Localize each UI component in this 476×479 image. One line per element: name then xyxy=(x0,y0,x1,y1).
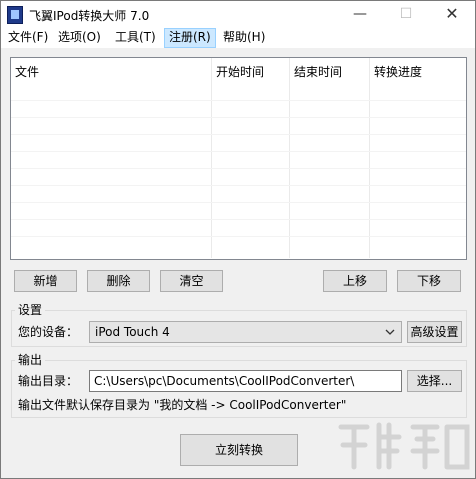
list-row-divider xyxy=(11,151,466,152)
menu-file[interactable]: 文件(F) xyxy=(4,28,52,48)
close-button[interactable]: ✕ xyxy=(429,1,475,28)
output-note: 输出文件默认保存目录为 "我的文档 -> CoolIPodConverter" xyxy=(18,398,347,412)
output-group-title: 输出 xyxy=(15,353,46,367)
output-dir-field[interactable] xyxy=(89,370,402,392)
column-header-file[interactable]: 文件 xyxy=(11,58,211,86)
menu-help[interactable]: 帮助(H) xyxy=(219,28,269,48)
device-select-value: iPod Touch 4 xyxy=(95,325,170,339)
window-title: 飞翼IPod转换大师 7.0 xyxy=(29,9,150,23)
menu-tools[interactable]: 工具(T) xyxy=(111,28,160,48)
list-row-divider xyxy=(11,168,466,169)
list-row-divider xyxy=(11,134,466,135)
device-select[interactable]: iPod Touch 4 xyxy=(89,321,402,343)
menu-bar: 文件(F) 选项(O) 工具(T) 注册(R) 帮助(H) xyxy=(1,28,475,48)
column-header-progress[interactable]: 转换进度 xyxy=(370,58,465,86)
list-row-divider xyxy=(11,236,466,237)
browse-button[interactable]: 选择... xyxy=(407,370,462,392)
chevron-down-icon xyxy=(385,329,395,335)
title-bar[interactable]: 飞翼IPod转换大师 7.0 — ☐ ✕ xyxy=(1,1,475,28)
menu-register[interactable]: 注册(R) xyxy=(164,28,216,48)
output-dir-label: 输出目录： xyxy=(18,374,79,388)
output-dir-input[interactable] xyxy=(90,371,401,391)
settings-group-title: 设置 xyxy=(15,303,46,317)
menu-options[interactable]: 选项(O) xyxy=(54,28,105,48)
column-divider xyxy=(289,58,290,258)
watermark-logo xyxy=(338,422,470,470)
delete-button[interactable]: 删除 xyxy=(87,270,150,292)
convert-now-button[interactable]: 立刻转换 xyxy=(180,434,298,466)
add-button[interactable]: 新增 xyxy=(14,270,77,292)
device-label: 您的设备： xyxy=(18,325,79,339)
column-header-start-time[interactable]: 开始时间 xyxy=(212,58,289,86)
list-row-divider xyxy=(11,117,466,118)
move-up-button[interactable]: 上移 xyxy=(323,270,387,292)
clear-button[interactable]: 清空 xyxy=(160,270,223,292)
file-list[interactable]: 文件 开始时间 结束时间 转换进度 xyxy=(10,57,467,260)
list-row-divider xyxy=(11,100,466,101)
column-divider xyxy=(211,58,212,258)
move-down-button[interactable]: 下移 xyxy=(397,270,461,292)
list-row-divider xyxy=(11,219,466,220)
advanced-settings-button[interactable]: 高级设置 xyxy=(407,321,462,343)
app-window: 飞翼IPod转换大师 7.0 — ☐ ✕ 文件(F) 选项(O) 工具(T) 注… xyxy=(0,0,476,479)
column-header-end-time[interactable]: 结束时间 xyxy=(290,58,369,86)
app-icon xyxy=(7,6,23,24)
list-row-divider xyxy=(11,185,466,186)
column-divider xyxy=(369,58,370,258)
list-row-divider xyxy=(11,202,466,203)
maximize-button[interactable]: ☐ xyxy=(383,1,429,28)
minimize-button[interactable]: — xyxy=(337,1,383,28)
